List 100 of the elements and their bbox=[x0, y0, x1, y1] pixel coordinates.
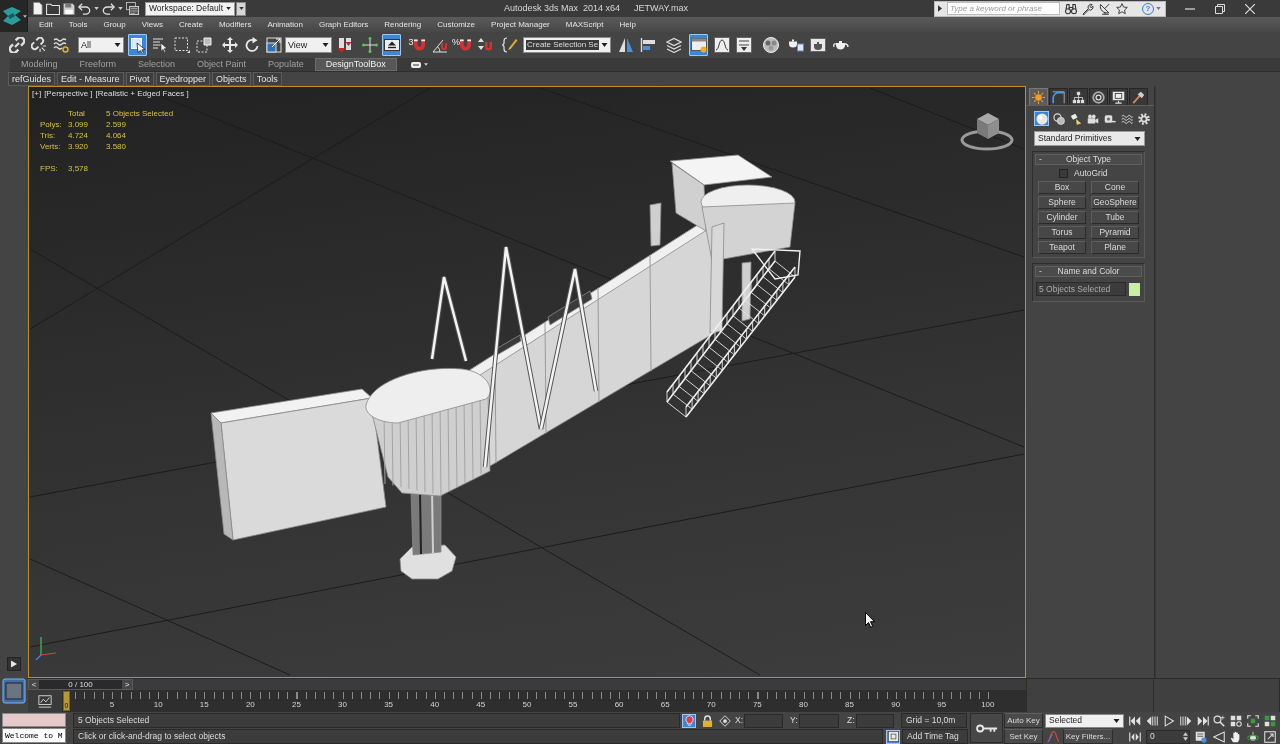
undo-button[interactable] bbox=[78, 1, 91, 16]
viewport[interactable]: [+] [Perspective ] [Realistic + Edged Faces ] Total 5 Objects Selected Polys: 3.099 2.599 Tris: 4.724 4.064 Verts: 3.920 3.580 FPS: 3,578 bbox=[28, 86, 1026, 678]
manipulate-button[interactable] bbox=[360, 34, 379, 56]
ribbon-tool-button[interactable]: Pivot bbox=[125, 72, 154, 86]
transform-mode-button[interactable] bbox=[718, 713, 732, 728]
primitive-button[interactable]: Teapot bbox=[1038, 241, 1086, 254]
menu-item[interactable]: MAXScript bbox=[557, 20, 612, 29]
menu-item[interactable]: Edit bbox=[31, 20, 61, 29]
redo-button[interactable] bbox=[102, 1, 115, 16]
ribbon-tool-button[interactable]: refGuides bbox=[8, 72, 56, 86]
coordinate-system-dropdown[interactable]: View bbox=[285, 37, 332, 53]
listener-output-field[interactable] bbox=[2, 713, 66, 727]
coordinate-field[interactable] bbox=[799, 713, 839, 728]
viewport-menu-label[interactable]: [Realistic + Edged Faces ] bbox=[95, 90, 189, 98]
motion-tab[interactable] bbox=[1089, 88, 1108, 105]
systems-button[interactable] bbox=[1136, 111, 1151, 126]
shortcut-override-button[interactable] bbox=[382, 34, 401, 56]
scale-button[interactable] bbox=[264, 34, 283, 56]
color-swatch-icon[interactable] bbox=[1129, 282, 1140, 296]
lights-button[interactable] bbox=[1068, 111, 1083, 126]
edit-sets-button[interactable] bbox=[500, 34, 519, 56]
time-slider-track[interactable]: < 0 / 100 > bbox=[28, 678, 1026, 690]
ribbon-tab[interactable]: Freeform bbox=[68, 58, 128, 71]
primitive-button[interactable]: Sphere bbox=[1038, 196, 1086, 209]
adaptive-degradation-button[interactable] bbox=[886, 729, 900, 744]
move-button[interactable] bbox=[220, 34, 239, 56]
key-mode-dropdown[interactable]: Selected bbox=[1045, 713, 1124, 728]
selection-set-dropdown[interactable]: Create Selection Se bbox=[523, 37, 612, 53]
workspace-dropdown[interactable]: Workspace: Default bbox=[145, 1, 235, 16]
add-time-tag-button[interactable]: Add Time Tag bbox=[902, 729, 968, 744]
ribbon-tool-button[interactable]: Edit - Measure bbox=[57, 72, 124, 86]
viewport-layout-button[interactable] bbox=[2, 678, 26, 704]
menu-item[interactable]: Modifiers bbox=[210, 20, 260, 29]
select-button[interactable] bbox=[128, 34, 147, 56]
link-button[interactable] bbox=[7, 34, 26, 56]
listener-input-field[interactable]: Welcome to M bbox=[2, 728, 66, 743]
auto-key-button[interactable]: Auto Key bbox=[1004, 713, 1043, 728]
menu-item[interactable]: Help bbox=[611, 20, 644, 29]
ribbon-tab[interactable]: Object Paint bbox=[186, 58, 258, 71]
ribbon-tab[interactable]: Populate bbox=[257, 58, 315, 71]
primitive-button[interactable]: Cylinder bbox=[1038, 211, 1086, 224]
snap-toggle-button[interactable]: 3 bbox=[407, 34, 426, 56]
shapes-button[interactable] bbox=[1051, 111, 1066, 126]
collapse-toggle[interactable]: - bbox=[1036, 155, 1046, 164]
rollout-header[interactable]: - Object Type bbox=[1035, 154, 1142, 165]
search-button[interactable] bbox=[1065, 2, 1077, 15]
key-button[interactable] bbox=[970, 713, 1003, 743]
set-key-button[interactable]: Set Key bbox=[1004, 729, 1043, 744]
hierarchy-tab[interactable] bbox=[1069, 88, 1088, 105]
selection-lock-button[interactable] bbox=[700, 713, 714, 728]
scene-explorer-button[interactable] bbox=[689, 34, 709, 56]
field-of-view-button[interactable] bbox=[1211, 729, 1227, 744]
collapse-toggle[interactable]: - bbox=[1036, 267, 1046, 276]
primitive-button[interactable]: Plane bbox=[1091, 241, 1139, 254]
app-menu-button[interactable] bbox=[0, 0, 28, 32]
menu-item[interactable]: Rendering bbox=[376, 20, 430, 29]
curve-editor-button[interactable] bbox=[712, 34, 732, 56]
ribbon-tab[interactable]: Selection bbox=[127, 58, 187, 71]
menu-item[interactable]: Animation bbox=[259, 20, 311, 29]
time-slider-thumb[interactable]: < 0 / 100 > bbox=[28, 679, 133, 690]
new-file-button[interactable] bbox=[33, 1, 43, 16]
display-tab[interactable] bbox=[1109, 88, 1128, 105]
communication-button[interactable] bbox=[1099, 2, 1111, 15]
previous-frame-button[interactable]: < bbox=[29, 680, 39, 689]
coordinate-field[interactable] bbox=[856, 713, 894, 728]
open-file-button[interactable] bbox=[46, 1, 60, 16]
utilities-tab[interactable] bbox=[1129, 88, 1148, 105]
menu-item[interactable]: Customize bbox=[429, 20, 484, 29]
selection-filter-dropdown[interactable]: All bbox=[78, 37, 124, 53]
zoom-button[interactable] bbox=[1211, 713, 1227, 728]
search-field[interactable]: Type a keyword or phrase bbox=[947, 2, 1060, 15]
next-frame-button[interactable]: > bbox=[122, 680, 132, 689]
rollout-header[interactable]: - Name and Color bbox=[1035, 266, 1142, 277]
primitive-button[interactable]: Tube bbox=[1091, 211, 1139, 224]
workspace-menu-button[interactable] bbox=[236, 1, 246, 16]
primitive-button[interactable]: Torus bbox=[1038, 226, 1086, 239]
project-folder-button[interactable] bbox=[126, 1, 139, 16]
subscription-button[interactable] bbox=[1082, 2, 1094, 15]
menu-item[interactable]: Graph Editors bbox=[310, 20, 377, 29]
zoom-extents-button[interactable] bbox=[1245, 713, 1261, 728]
mini-curve-editor-button[interactable] bbox=[38, 694, 52, 708]
favorites-button[interactable] bbox=[1116, 2, 1128, 15]
primitive-button[interactable]: Pyramid bbox=[1091, 226, 1139, 239]
isolate-selection-button[interactable] bbox=[682, 713, 696, 728]
ribbon-tab[interactable]: DesignToolBox bbox=[314, 58, 397, 71]
ribbon-tool-button[interactable]: Eyedropper bbox=[155, 72, 211, 86]
ribbon-tab[interactable]: Modeling bbox=[10, 58, 69, 71]
time-configuration-button[interactable] bbox=[1193, 729, 1209, 744]
ribbon-tool-button[interactable]: Objects bbox=[212, 72, 251, 86]
ribbon-tool-button[interactable]: Tools bbox=[252, 72, 282, 86]
viewport-menu-label[interactable]: [Perspective ] bbox=[44, 90, 93, 98]
selection-region-button[interactable] bbox=[172, 34, 191, 56]
geometry-button[interactable] bbox=[1034, 111, 1049, 126]
menu-item[interactable]: Project Manager bbox=[483, 20, 558, 29]
zoom-all-button[interactable] bbox=[1228, 713, 1244, 728]
expand-panel-button[interactable] bbox=[7, 657, 21, 671]
create-tab[interactable] bbox=[1029, 88, 1048, 105]
menu-item[interactable]: Group bbox=[95, 20, 134, 29]
maximize-viewport-button[interactable] bbox=[1262, 729, 1278, 744]
material-editor-button[interactable] bbox=[761, 34, 781, 56]
